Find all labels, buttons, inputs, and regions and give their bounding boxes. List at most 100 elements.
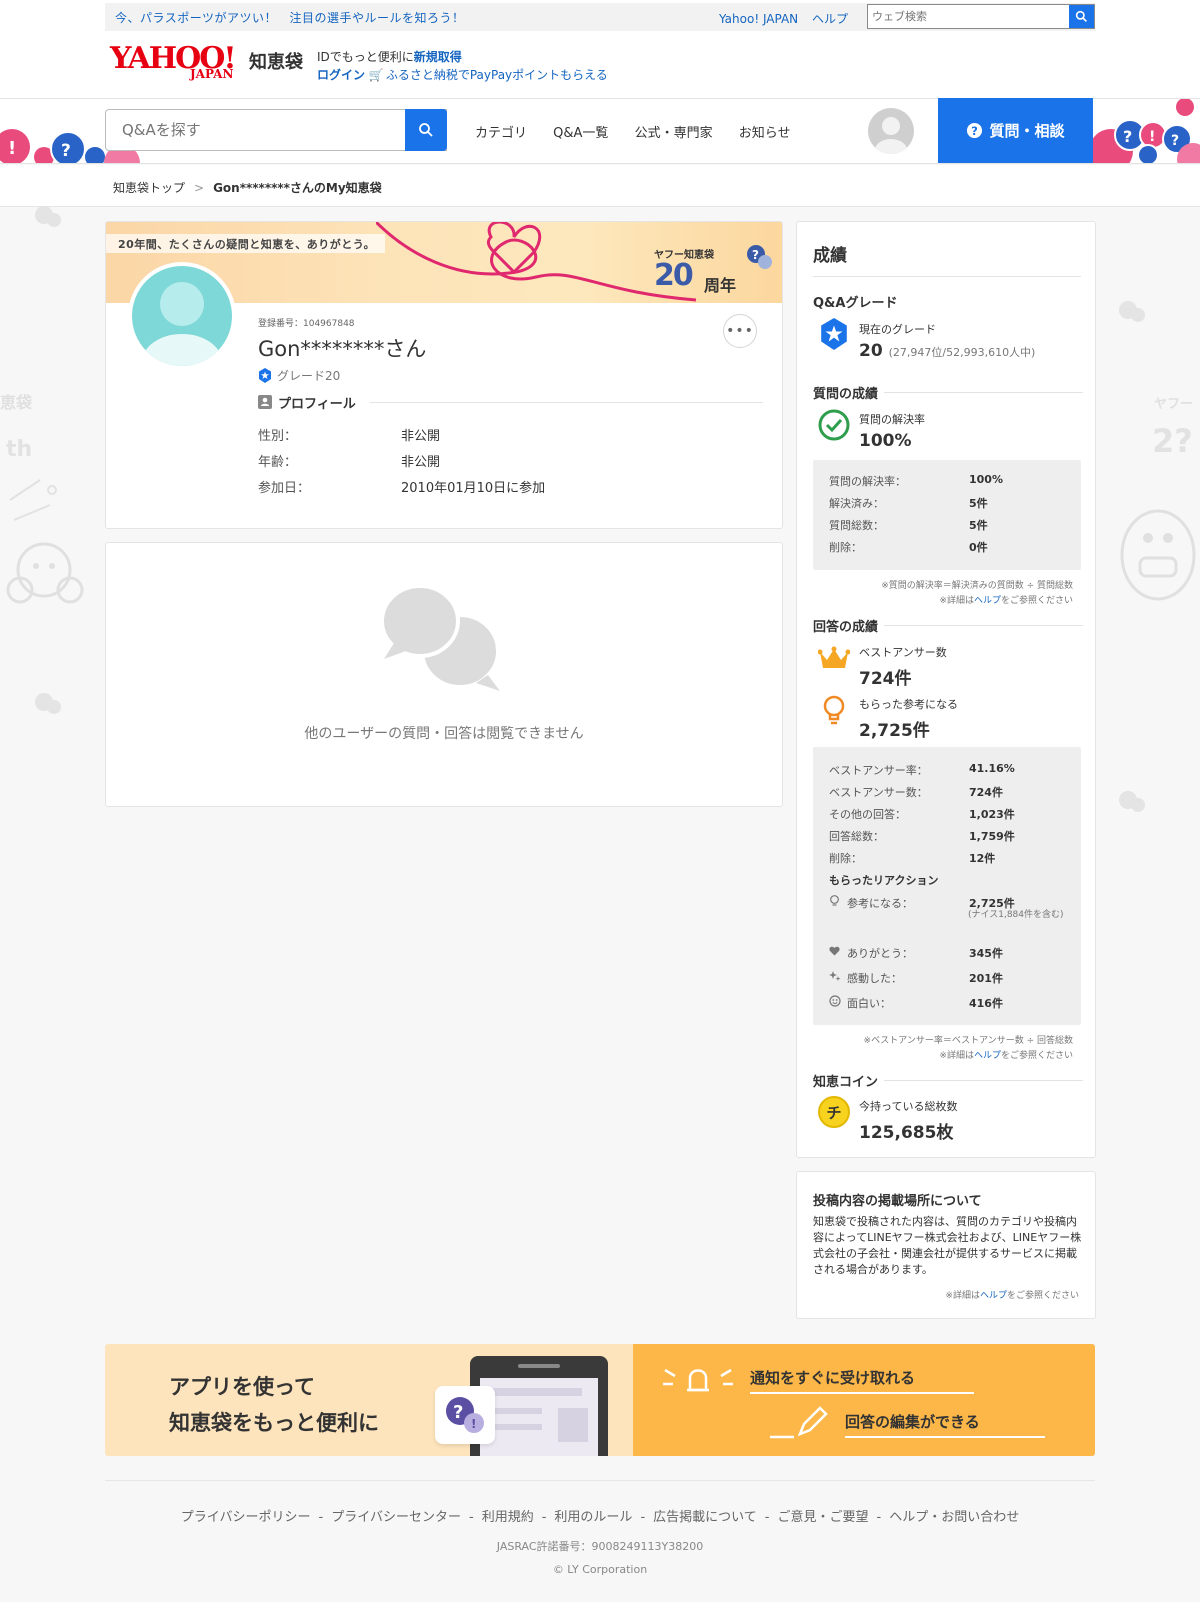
help-link[interactable]: ヘルプ xyxy=(980,1291,1007,1301)
posting-info-body: 知恵袋で投稿された内容は、質問のカテゴリや投稿内容によってLINEヤフー株式会社… xyxy=(813,1215,1082,1276)
stats-title: 成績 xyxy=(813,246,847,266)
svg-text:2?: 2? xyxy=(1152,422,1193,460)
divider xyxy=(369,401,763,403)
promo-link[interactable]: 今、パラスポーツがアツい！ 注目の選手やルールを知ろう！ xyxy=(115,9,465,26)
profile-section-title: プロフィール xyxy=(278,396,356,412)
more-horizontal-icon: ••• xyxy=(726,323,754,339)
register-link[interactable]: 新規取得 xyxy=(414,50,462,64)
crown-icon xyxy=(817,642,851,676)
grade-number: 20 xyxy=(859,341,883,361)
promo-bar: 今、パラスポーツがアツい！ 注目の選手やルールを知ろう！ Yahoo! JAPA… xyxy=(105,3,1095,31)
footer-advertising[interactable]: 広告掲載について xyxy=(653,1510,757,1525)
jasrac-number: JASRAC許諾番号：9008249113Y38200 xyxy=(496,1540,704,1553)
profile-card: 20年間、たくさんの疑問と知恵を、ありがとう。 ヤフー知恵袋 20 周年 ? •… xyxy=(105,221,783,529)
heart-ribbon-icon xyxy=(376,222,696,302)
ask-question-button[interactable]: ? 質問・相談 xyxy=(938,98,1093,163)
breadcrumb: 知恵袋トップ > Gon********さんのMy知恵袋 xyxy=(113,179,382,196)
web-search-button[interactable] xyxy=(1069,5,1094,28)
question-stat-row: 解決済み： 5件 xyxy=(829,495,1069,511)
stat-value: 201件 xyxy=(969,972,1003,985)
user-name: Gon********さん xyxy=(258,337,427,361)
footer-separator: - xyxy=(764,1510,770,1525)
svg-text:?: ? xyxy=(752,248,759,262)
stat-value: 724件 xyxy=(969,786,1003,799)
footer-help-contact[interactable]: ヘルプ・お問い合わせ xyxy=(889,1510,1019,1525)
help-link[interactable]: ヘルプ xyxy=(812,12,848,26)
furusato-link[interactable]: ふるさと納税でPayPayポイントもらえる xyxy=(386,68,608,82)
coins-header: 知恵コイン xyxy=(813,1072,1083,1090)
stat-value: 2,725件 xyxy=(969,897,1015,910)
search-icon xyxy=(419,123,433,137)
profile-section-header: プロフィール xyxy=(258,394,763,412)
stat-label: 質問総数： xyxy=(829,519,884,532)
site-logo[interactable]: YAHOO! JAPAN 知恵袋 xyxy=(110,44,310,84)
footer-separator: - xyxy=(469,1510,474,1525)
stat-label: ありがとう： xyxy=(847,947,913,960)
app-promo-left: アプリを使って 知恵袋をもっと便利に ?! xyxy=(105,1344,633,1456)
help-link[interactable]: ヘルプ xyxy=(974,1051,1001,1061)
divider xyxy=(884,1079,1083,1081)
answers-help-note: ※詳細はヘルプをご参照ください xyxy=(864,1049,1073,1064)
reaction-row-thanks: ありがとう： 345件 xyxy=(829,945,1069,961)
lightbulb-icon xyxy=(817,694,851,728)
login-link[interactable]: ログイン xyxy=(317,68,365,82)
note-text: ※詳細は xyxy=(945,1291,980,1301)
footer-privacy-policy[interactable]: プライバシーポリシー xyxy=(181,1510,311,1525)
svg-text:恵袋: 恵袋 xyxy=(0,393,33,412)
stat-value: 5件 xyxy=(969,519,988,532)
best-answer-label: ベストアンサー数 xyxy=(859,646,947,659)
help-link[interactable]: ヘルプ xyxy=(974,596,1001,606)
breadcrumb-home[interactable]: 知恵袋トップ xyxy=(113,181,185,195)
user-avatar[interactable] xyxy=(868,108,914,154)
note-text: ※詳細は xyxy=(939,1051,974,1061)
footer-separator: - xyxy=(876,1510,882,1525)
bubble-decoration-right: ? ! ? xyxy=(1093,99,1200,163)
web-search-input[interactable] xyxy=(868,5,1061,28)
footer-divider xyxy=(105,1480,1095,1481)
questions-note: ※質問の解決率＝解決済みの質問数 ÷ 質問総数 ※詳細はヘルプをご参照ください xyxy=(881,579,1073,609)
question-circle-icon: ? xyxy=(967,122,983,139)
breadcrumb-current: Gon********さんのMy知恵袋 xyxy=(213,181,382,195)
question-bubble-icon: ?! xyxy=(446,1397,484,1433)
more-options-button[interactable]: ••• xyxy=(723,314,757,348)
anniversary-badge: ヤフー知恵袋 20 周年 ? xyxy=(654,244,774,299)
footer-terms[interactable]: 利用規約 xyxy=(482,1510,534,1525)
nav-category[interactable]: カテゴリ xyxy=(475,126,527,141)
qa-search-button[interactable] xyxy=(405,109,447,151)
stat-label: ベストアンサー率： xyxy=(829,764,928,777)
resolve-rate-value: 100% xyxy=(859,431,912,451)
bg-character-left: 恵袋 th xyxy=(0,393,84,604)
phone-speaker xyxy=(518,1364,560,1368)
helpful-value: 2,725件 xyxy=(859,721,930,741)
answer-stat-row: ベストアンサー数： 724件 xyxy=(829,784,1069,800)
resolve-rate-label: 質問の解決率 xyxy=(859,413,925,426)
svg-text:?: ? xyxy=(453,1402,463,1423)
svg-text:?: ? xyxy=(61,141,71,161)
profile-label: 参加日： xyxy=(258,481,311,496)
anniversary-number: 20 xyxy=(654,258,694,293)
smile-icon xyxy=(829,995,841,1007)
question-bubble-icon: ? xyxy=(747,245,772,269)
profile-value: 非公開 xyxy=(401,429,441,444)
footer-rules[interactable]: 利用のルール xyxy=(554,1510,632,1525)
nav-qa-list[interactable]: Q&A一覧 xyxy=(553,126,608,141)
grade-star-icon xyxy=(817,317,851,351)
underline xyxy=(750,1392,974,1394)
reaction-row-funny: 面白い： 416件 xyxy=(829,995,1069,1011)
masthead: 今、パラスポーツがアツい！ 注目の選手やルールを知ろう！ Yahoo! JAPA… xyxy=(0,0,1200,98)
footer-privacy-center[interactable]: プライバシーセンター xyxy=(331,1510,461,1525)
nav-official-experts[interactable]: 公式・専門家 xyxy=(635,126,713,141)
yahoo-japan-link[interactable]: Yahoo! JAPAN xyxy=(719,12,798,26)
stat-label: 参考になる： xyxy=(847,897,913,910)
reaction-subnote: (ナイス1,884件を含む) xyxy=(968,910,1064,920)
qa-search-input[interactable] xyxy=(106,110,446,150)
nav-news[interactable]: お知らせ xyxy=(739,126,791,141)
qa-grade-header: Q&Aグレード xyxy=(813,293,1083,311)
footer-feedback[interactable]: ご意見・ご要望 xyxy=(777,1510,868,1525)
svg-text:!: ! xyxy=(1149,129,1155,145)
app-promo-banner[interactable]: アプリを使って 知恵袋をもっと便利に ?! 通知をすぐに受け取れる 回答の編集が… xyxy=(105,1344,1095,1456)
posting-info-note: ※詳細はヘルプをご参照ください xyxy=(945,1288,1079,1301)
svg-text:?: ? xyxy=(1123,127,1132,146)
stat-value: 1,023件 xyxy=(969,808,1015,821)
bg-bubble-icon xyxy=(35,693,61,714)
